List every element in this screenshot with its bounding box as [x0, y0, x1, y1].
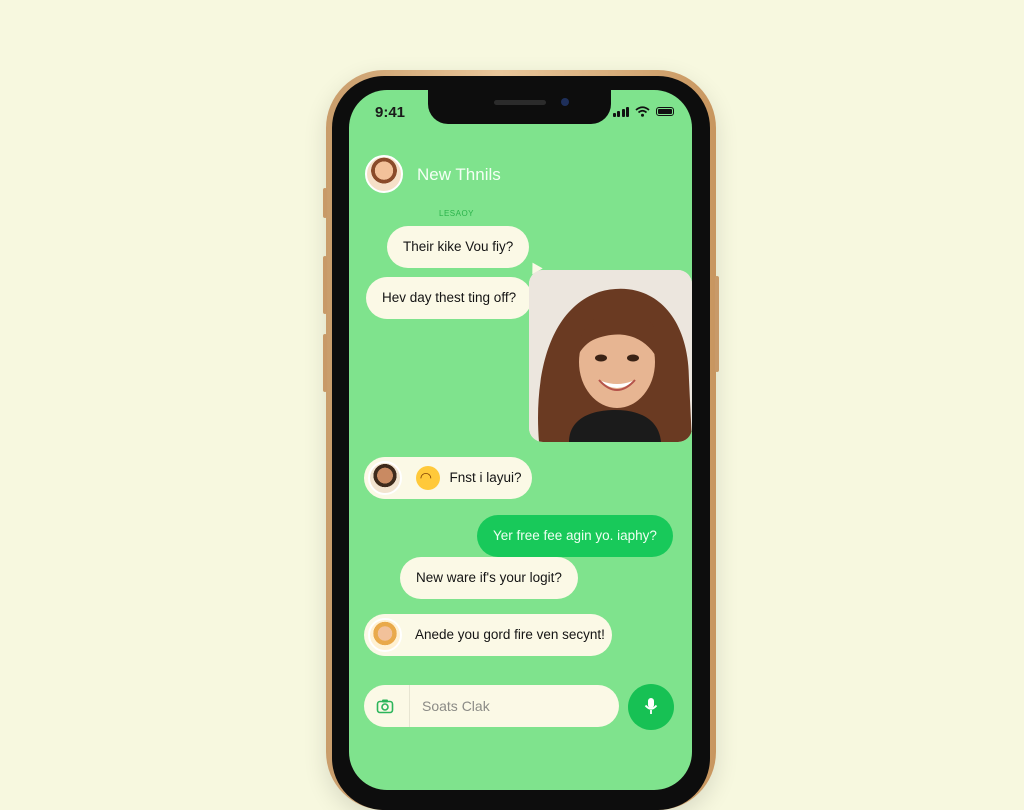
sent-message-bubble[interactable]: Yer free fee agin yo. iaphy?: [477, 515, 673, 557]
status-time: 9:41: [375, 104, 406, 121]
message-text: New ware if's your logit?: [416, 570, 562, 585]
message-composer: [364, 685, 619, 727]
sender-avatar: [368, 618, 402, 653]
sender-avatar: [368, 461, 402, 496]
shared-photo[interactable]: [529, 270, 692, 442]
message-input[interactable]: [409, 685, 619, 727]
status-icons: [612, 106, 674, 117]
message-text: Their kike Vou fiy?: [403, 239, 514, 254]
battery-icon: [656, 107, 674, 116]
message-text: Yer free fee agin yo. iaphy?: [493, 528, 657, 543]
power-button: [715, 276, 719, 372]
notch: [428, 90, 611, 124]
message-bubble[interactable]: New ware if's your logit?: [400, 557, 578, 599]
phone-screen: 9:41 New Thnils LESAOY Their kike Vou fi…: [349, 90, 692, 790]
message-bubble[interactable]: Anede you gord fire ven secynt!: [364, 614, 612, 656]
day-separator: LESAOY: [439, 209, 475, 218]
laughing-emoji-icon: [415, 465, 440, 491]
portrait-image: [529, 270, 692, 442]
microphone-icon: [644, 697, 658, 714]
message-bubble[interactable]: Fnst i layui?: [364, 457, 532, 499]
volume-down-button: [323, 334, 327, 392]
contact-avatar[interactable]: [365, 155, 403, 193]
volume-up-button: [323, 256, 327, 314]
message-text: Anede you gord fire ven secynt!: [415, 627, 605, 642]
message-text: Hev day thest ting off?: [382, 290, 517, 305]
earpiece-speaker: [494, 100, 546, 105]
message-text: Fnst i layui?: [449, 470, 522, 485]
front-camera: [561, 98, 569, 106]
signal-icon: [612, 106, 629, 117]
wifi-icon: [635, 106, 650, 117]
silent-switch: [323, 188, 327, 218]
microphone-button[interactable]: [628, 684, 674, 730]
chat-title[interactable]: New Thnils: [417, 165, 501, 185]
message-bubble[interactable]: Hev day thest ting off?: [366, 277, 533, 319]
camera-icon[interactable]: [376, 697, 394, 715]
message-bubble[interactable]: Their kike Vou fiy?: [387, 226, 530, 268]
